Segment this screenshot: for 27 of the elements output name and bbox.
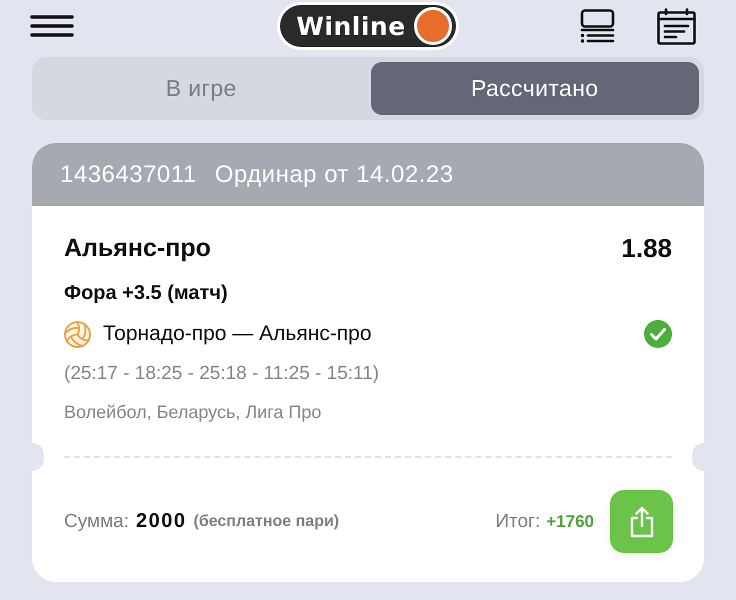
calendar-button[interactable] <box>657 8 696 44</box>
league-text: Волейбол, Беларусь, Лига Про <box>64 401 322 424</box>
logo-dot-icon <box>414 7 452 45</box>
result-label: Итог: <box>495 510 540 532</box>
bet-list-icon <box>580 9 615 43</box>
calendar-icon <box>657 8 696 44</box>
ticket-notch <box>692 443 704 471</box>
share-icon <box>628 506 654 538</box>
result-amount: +1760 <box>546 512 594 532</box>
stake-amount: 2000 <box>136 510 186 533</box>
ticket-notch <box>32 443 44 471</box>
market-name: Фора +3.5 (матч) <box>64 281 228 306</box>
event-name: Торнадо-про — Альянс-про <box>103 322 372 346</box>
bet-title: Ординар от 14.02.23 <box>214 160 454 188</box>
menu-icon <box>30 15 74 37</box>
stake-note: (бесплатное пари) <box>193 512 340 530</box>
stake-label: Сумма: <box>64 510 129 532</box>
volleyball-icon <box>64 320 91 348</box>
tab[interactable]: Рассчитано <box>370 62 699 115</box>
menu-button[interactable] <box>30 15 74 37</box>
tab[interactable]: В игре <box>37 62 366 115</box>
bet-list-button[interactable] <box>580 9 615 43</box>
bet-number: 1436437011 <box>60 160 197 188</box>
selection-name: Альянс-про <box>64 234 211 262</box>
odds-value: 1.88 <box>621 232 672 264</box>
logo-text: Winline <box>296 12 406 40</box>
score-text: (25:17 - 18:25 - 25:18 - 11:25 - 15:11) <box>64 362 380 386</box>
